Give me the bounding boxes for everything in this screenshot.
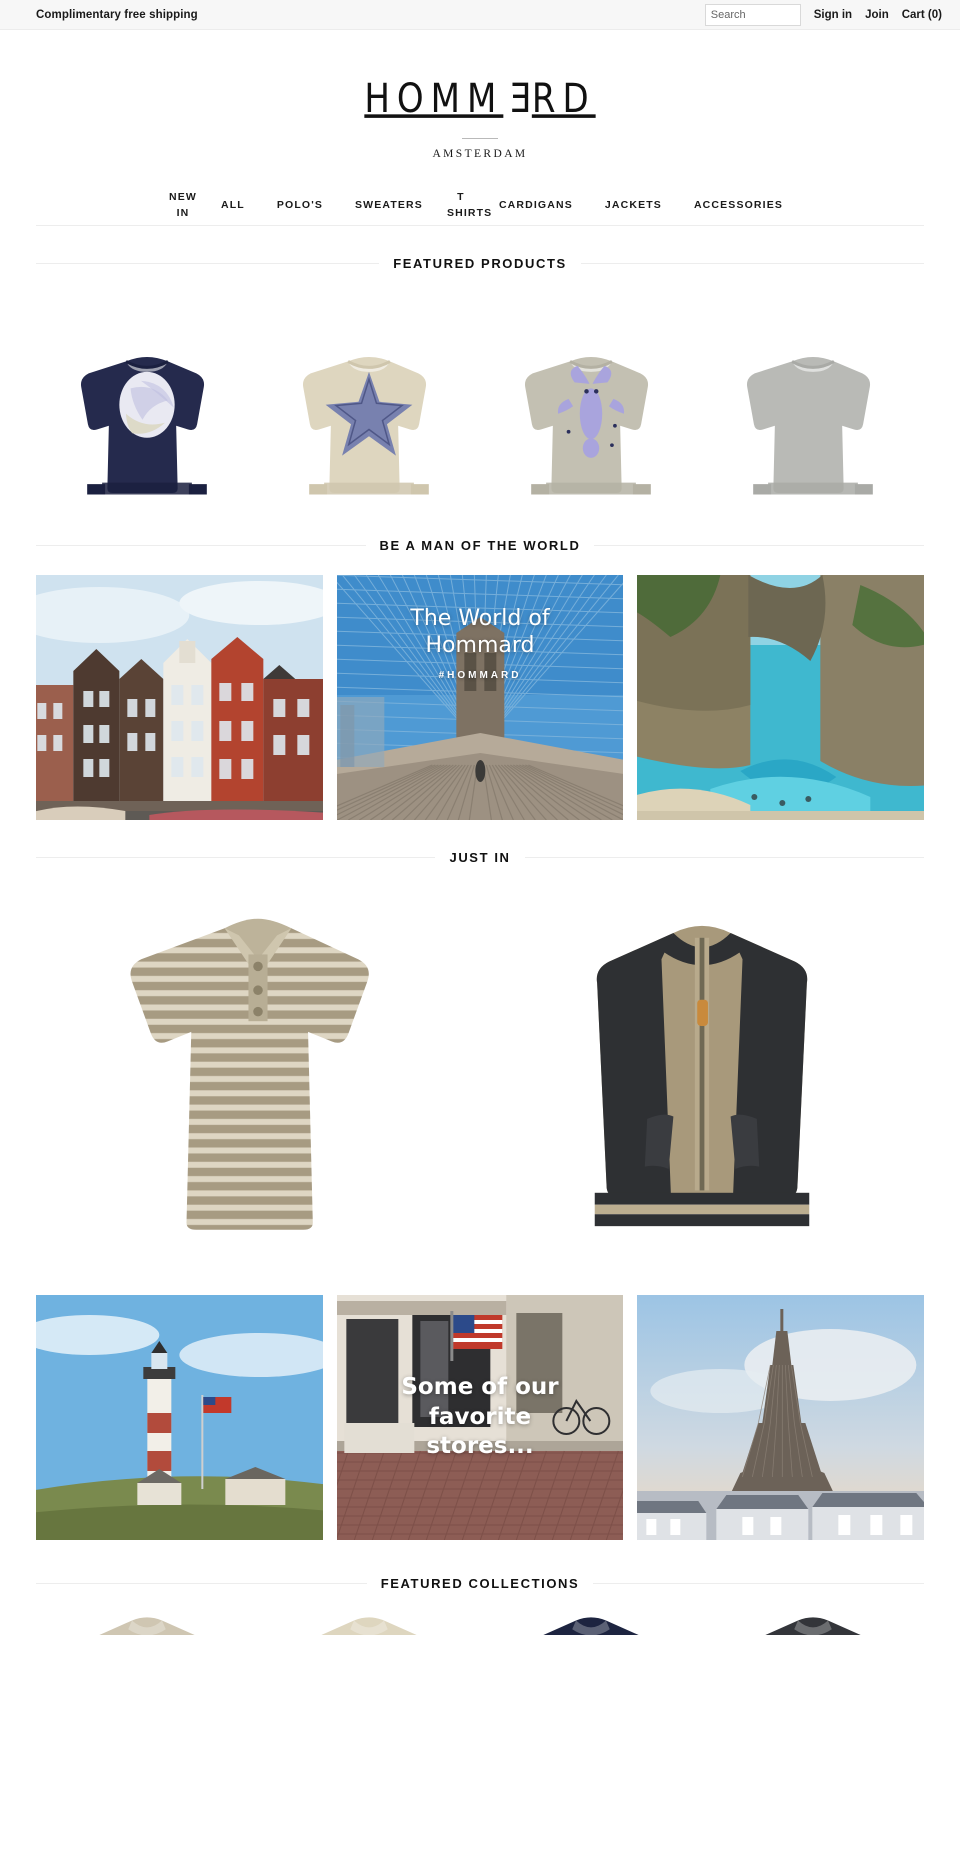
collection-card-collection-cream-sweater[interactable] [258, 1613, 480, 1635]
nav-item-polo-s[interactable]: POLO'S [261, 197, 339, 213]
cream-starfish-sweater-image [294, 336, 444, 508]
paris-eiffel-tower-image [637, 1295, 925, 1540]
nav-item-accessories[interactable]: ACCESSORIES [678, 197, 799, 213]
photo-tile-murrays-toggery-shop[interactable]: Some of our favorite stores... [336, 1295, 624, 1540]
brooklyn-bridge-image [336, 575, 624, 820]
photo-tile-brooklyn-bridge[interactable]: The World of Hommard #HOMMARD [336, 575, 624, 820]
nav-item-sweaters[interactable]: SWEATERS [339, 197, 439, 213]
amsterdam-canal-houses-image [36, 575, 323, 820]
collection-cream-sweater-image [294, 1613, 444, 1635]
main-navigation: NEW IN ALL POLO'S SWEATERS T SHIRTS CARDIGANS… [36, 178, 924, 226]
logo-text-after: RD [531, 75, 596, 123]
just-in-card-striped-polo-shirt[interactable] [36, 891, 480, 1261]
photo-tile-paris-eiffel-tower[interactable] [637, 1295, 925, 1540]
logo-text-before: HOMM [364, 75, 504, 123]
featured-collections-grid [0, 1591, 960, 1635]
nav-item-cardigans[interactable]: CARDIGANS [483, 197, 589, 213]
striped-polo-shirt-image [115, 897, 401, 1255]
featured-products-title: FEATURED PRODUCTS [393, 256, 567, 271]
section-heading-just-in: JUST IN [36, 850, 924, 865]
product-card-grey-lobster-sweater[interactable] [480, 293, 702, 508]
coastal-arch-beach-image [637, 575, 925, 820]
section-heading-featured-products: FEATURED PRODUCTS [36, 256, 924, 271]
search-field-wrapper [704, 3, 801, 26]
grey-plain-sweater-image [738, 336, 888, 508]
collection-card-collection-polo-shirt[interactable] [36, 1613, 258, 1635]
just-in-card-two-tone-zip-cardigan[interactable] [480, 891, 924, 1261]
search-input[interactable] [704, 3, 801, 26]
announcement-bar: Complimentary free shipping Sign in Join… [0, 0, 960, 30]
featured-collections-title: FEATURED COLLECTIONS [380, 1576, 580, 1591]
brand-logo[interactable]: HOMMERD [364, 75, 595, 123]
collection-charcoal-item-image [738, 1613, 888, 1635]
section-heading-be-a-man-of-the-world: BE A MAN OF THE WORLD [36, 538, 924, 553]
cart-link[interactable]: Cart (0) [902, 9, 942, 21]
grey-lobster-sweater-image [516, 336, 666, 508]
collection-card-collection-navy-item[interactable] [480, 1613, 702, 1635]
nav-item-new-in[interactable]: NEW IN [161, 189, 205, 221]
photo-tile-amsterdam-canal-houses[interactable] [36, 575, 323, 820]
join-link[interactable]: Join [865, 9, 889, 21]
just-in-grid [0, 865, 960, 1261]
nav-item-all[interactable]: ALL [205, 197, 261, 213]
logo-text-flipped-e: E [503, 75, 532, 123]
navy-moon-sweater-image [72, 336, 222, 508]
section-heading-featured-collections: FEATURED COLLECTIONS [36, 1576, 924, 1591]
collection-polo-shirt-image [72, 1613, 222, 1635]
nav-item-jackets[interactable]: JACKETS [589, 197, 678, 213]
nav-item-t-shirts[interactable]: T SHIRTS [439, 189, 491, 221]
collection-navy-item-image [516, 1613, 666, 1635]
montauk-lighthouse-image [36, 1295, 323, 1540]
photo-tile-montauk-lighthouse[interactable] [36, 1295, 323, 1540]
logo-divider [462, 138, 498, 139]
murrays-toggery-shop-image [336, 1295, 624, 1540]
be-a-man-of-the-world-title: BE A MAN OF THE WORLD [379, 538, 581, 553]
favorite-stores-photo-grid: Some of our favorite stores... [0, 1261, 960, 1540]
sign-in-link[interactable]: Sign in [814, 9, 852, 21]
utility-links: Sign in Join Cart (0) [704, 3, 942, 26]
product-card-navy-moon-sweater[interactable] [36, 293, 258, 508]
just-in-title: JUST IN [449, 850, 511, 865]
shipping-message: Complimentary free shipping [36, 8, 198, 21]
product-card-cream-starfish-sweater[interactable] [258, 293, 480, 508]
product-card-grey-plain-sweater[interactable] [702, 293, 924, 508]
collection-card-collection-charcoal-item[interactable] [702, 1613, 924, 1635]
world-photo-grid: The World of Hommard #HOMMARD [0, 553, 960, 820]
brand-tagline: AMSTERDAM [432, 148, 528, 160]
two-tone-zip-cardigan-image [559, 897, 845, 1255]
photo-tile-coastal-arch-beach[interactable] [637, 575, 925, 820]
featured-products-grid [0, 271, 960, 508]
masthead: HOMMERD AMSTERDAM [0, 30, 960, 178]
